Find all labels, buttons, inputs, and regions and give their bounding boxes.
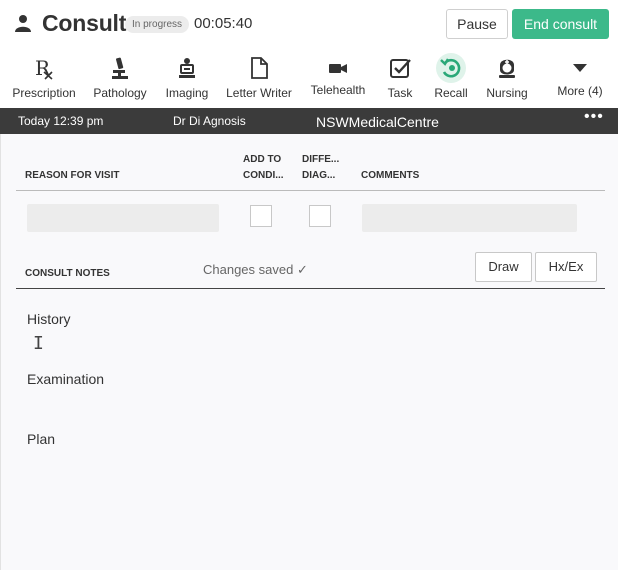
text-cursor-icon: I bbox=[33, 333, 44, 354]
more-options-icon[interactable]: ••• bbox=[584, 108, 604, 126]
add-to-conditions-header: ADD TO CONDI... bbox=[243, 152, 284, 184]
microscope-icon bbox=[112, 57, 128, 79]
differential-diagnosis-header: DIFFE... DIAG... bbox=[302, 152, 339, 184]
document-icon bbox=[251, 57, 268, 79]
video-camera-icon bbox=[329, 64, 347, 73]
reason-for-visit-header: REASON FOR VISIT bbox=[25, 170, 120, 181]
consult-info-bar: Today 12:39 pm Dr Di Agnosis NSWMedicalC… bbox=[0, 108, 618, 134]
doctor-user-icon bbox=[15, 15, 31, 32]
status-badge: In progress bbox=[125, 16, 190, 33]
caret-down-icon bbox=[573, 64, 587, 72]
nurse-icon bbox=[499, 59, 515, 78]
toolbar-label: Prescription bbox=[12, 86, 76, 100]
comments-input[interactable] bbox=[362, 204, 577, 232]
toolbar-label: More (4) bbox=[557, 84, 603, 98]
page-title: Consult bbox=[42, 10, 127, 36]
header-line: DIFFE... bbox=[302, 154, 340, 165]
add-to-conditions-checkbox[interactable] bbox=[250, 205, 272, 227]
consult-notes-label: CONSULT NOTES bbox=[25, 268, 110, 279]
prescription-icon: R bbox=[35, 56, 53, 80]
toolbar-nursing[interactable]: Nursing bbox=[467, 56, 547, 100]
recall-icon bbox=[436, 53, 466, 83]
pause-button[interactable]: Pause bbox=[446, 9, 508, 39]
header-line: CONDI... bbox=[243, 170, 284, 181]
consult-content bbox=[0, 134, 618, 570]
doctor-name: Dr Di Agnosis bbox=[173, 114, 246, 128]
divider bbox=[16, 288, 605, 289]
comments-header: COMMENTS bbox=[361, 170, 420, 181]
draw-button[interactable]: Draw bbox=[475, 252, 532, 282]
differential-diagnosis-checkbox[interactable] bbox=[309, 205, 331, 227]
imaging-icon bbox=[179, 58, 195, 78]
notes-history-heading[interactable]: History bbox=[27, 311, 71, 327]
changes-saved-status: Changes saved ✓ bbox=[203, 262, 308, 277]
toolbar-prescription[interactable]: R Prescription bbox=[4, 56, 84, 100]
toolbar-more[interactable]: More (4) bbox=[540, 56, 618, 98]
toolbar-letter-writer[interactable]: Letter Writer bbox=[219, 56, 299, 100]
toolbar-imaging[interactable]: Imaging bbox=[147, 56, 227, 100]
end-consult-button[interactable]: End consult bbox=[512, 9, 609, 39]
toolbar-label: Imaging bbox=[165, 86, 209, 100]
toolbar-label: Letter Writer bbox=[226, 86, 292, 100]
medical-centre-name: NSWMedicalCentre bbox=[316, 114, 439, 130]
divider bbox=[16, 190, 605, 191]
hx-ex-button[interactable]: Hx/Ex bbox=[535, 252, 597, 282]
consult-timer: 00:05:40 bbox=[194, 15, 253, 32]
toolbar-label: Nursing bbox=[486, 86, 528, 100]
notes-plan-heading[interactable]: Plan bbox=[27, 431, 55, 447]
task-check-icon bbox=[390, 59, 411, 78]
header-line: DIAG... bbox=[302, 170, 336, 181]
consult-date: Today 12:39 pm bbox=[18, 114, 104, 128]
header-line: ADD TO bbox=[243, 154, 282, 165]
notes-examination-heading[interactable]: Examination bbox=[27, 371, 104, 387]
reason-for-visit-input[interactable] bbox=[27, 204, 219, 232]
